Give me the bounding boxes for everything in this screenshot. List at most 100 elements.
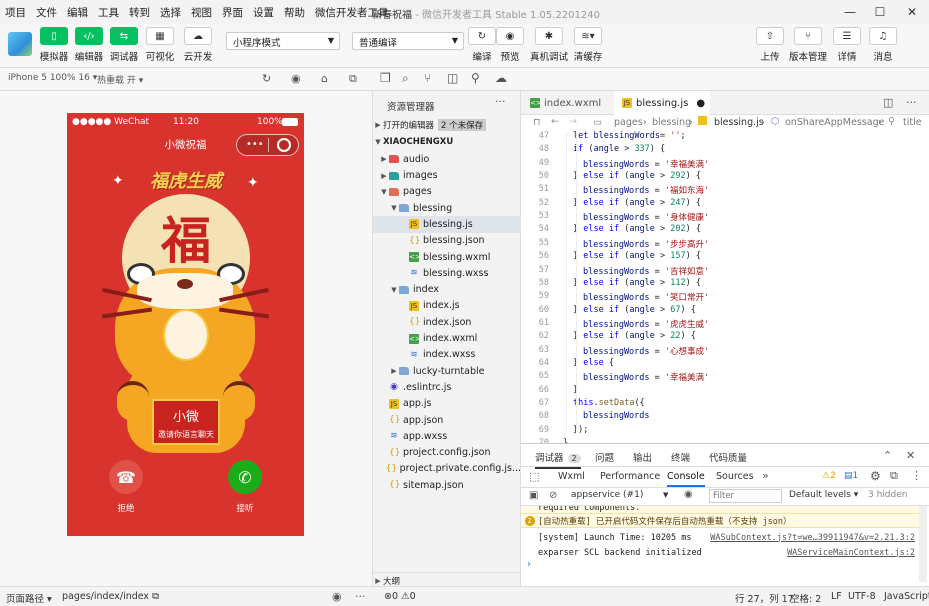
menu-item[interactable]: 选择 <box>155 5 186 20</box>
hotreload-toggle[interactable]: 热重载 开 ▾ <box>97 73 143 86</box>
more-icon[interactable]: ··· <box>495 95 506 108</box>
copy-icon[interactable]: ⧉ <box>152 591 159 602</box>
file-item[interactable]: {} blessing.json <box>373 233 521 250</box>
gear-icon[interactable]: ⚙ <box>870 469 881 483</box>
log-source[interactable]: WAServiceMainContext.js:2 <box>787 548 915 558</box>
sidebar-toggle-icon[interactable]: ▣ <box>529 490 538 501</box>
menu-item[interactable]: 编辑 <box>62 5 93 20</box>
cursor-position[interactable]: 行 27，列 17 <box>735 591 794 605</box>
files-icon[interactable]: ❐ <box>380 72 391 84</box>
menu-item[interactable]: 界面 <box>217 5 248 20</box>
visual-button[interactable]: ▦ 可视化 <box>142 27 178 63</box>
menu-item[interactable]: 项目 <box>0 5 31 20</box>
more-icon[interactable]: ••• <box>246 139 264 150</box>
search-icon[interactable]: ⌕ <box>402 72 409 84</box>
details-button[interactable]: ☰ 详情 <box>829 27 865 63</box>
folder-item[interactable]: ▶ images <box>373 167 521 184</box>
more-tabs-icon[interactable]: » <box>762 469 769 482</box>
file-item[interactable]: {} index.json <box>373 314 521 331</box>
mode-select[interactable]: 小程序模式 ▼ <box>226 32 340 50</box>
page-path-select[interactable]: 页面路径 ▾ <box>6 591 52 605</box>
chevron-up-icon[interactable]: ⌃ <box>883 449 892 462</box>
folder-item[interactable]: ▶ lucky-turntable <box>373 363 521 380</box>
devtools-tab[interactable]: Console <box>667 471 705 487</box>
split-editor-icon[interactable]: ◫ <box>883 96 893 109</box>
upload-button[interactable]: ⇧ 上传 <box>752 27 788 63</box>
decline-button[interactable]: ☎ <box>109 460 143 494</box>
remote-debug-button[interactable]: ✱ 真机调试 <box>530 27 568 63</box>
code-area[interactable]: 47 let blessingWords= ''; 48 if (angle > 33… <box>521 131 929 443</box>
bookmark-icon[interactable]: ⊓ <box>533 117 540 128</box>
eol-setting[interactable]: LF <box>831 591 842 602</box>
file-item[interactable]: ◉ .eslintrc.js <box>373 379 521 396</box>
clear-cache-button[interactable]: ≋▾ 清缓存 <box>570 27 606 63</box>
maximize-button[interactable]: ☐ <box>866 2 894 22</box>
devtools-tab[interactable]: Sources <box>716 471 754 482</box>
encoding-setting[interactable]: UTF-8 <box>848 591 876 602</box>
folder-item[interactable]: ▶ audio <box>373 151 521 168</box>
preview-button[interactable]: ◉ 预览 <box>492 27 528 63</box>
close-window-button[interactable]: ✕ <box>898 2 926 22</box>
breadcrumb-item[interactable]: blessing <box>652 117 691 128</box>
file-item[interactable]: JS blessing.js <box>373 216 521 233</box>
editor-button[interactable]: ‹/› 编辑器 <box>71 27 107 63</box>
file-item[interactable]: {} project.private.config.js... <box>373 461 521 478</box>
menu-item[interactable]: 设置 <box>248 5 279 20</box>
tab-index-wxml[interactable]: <> index.wxml <box>521 91 614 115</box>
project-section[interactable]: ▼ XIAOCHENGXU <box>373 134 521 151</box>
open-editors-section[interactable]: ▶ 打开的编辑器 2 个未保存 <box>373 117 521 134</box>
tab-blessing-js[interactable]: JS blessing.js ● <box>614 91 710 115</box>
menu-item[interactable]: 文件 <box>31 5 62 20</box>
indent-setting[interactable]: 空格: 2 <box>790 591 821 605</box>
context-select[interactable]: appservice (#1) ▼ <box>571 490 671 500</box>
close-mini-icon[interactable] <box>277 138 291 152</box>
more-icon[interactable]: ··· <box>355 590 366 603</box>
file-item[interactable]: JS index.js <box>373 298 521 315</box>
breadcrumb-item[interactable]: pages <box>614 117 643 128</box>
simulator-button[interactable]: ▯ 模拟器 <box>36 27 72 63</box>
language-mode[interactable]: JavaScript <box>884 591 929 602</box>
device-select[interactable]: iPhone 5 100% 16 ▾ <box>8 73 97 83</box>
debugger-tab[interactable]: 终端 <box>671 450 690 464</box>
info-counter[interactable]: ▤1 <box>844 471 858 481</box>
messages-button[interactable]: ♫ 消息 <box>865 27 901 63</box>
file-item[interactable]: JS app.js <box>373 396 521 413</box>
file-item[interactable]: ≋ app.wxss <box>373 428 521 445</box>
unsaved-dot-icon[interactable]: ● <box>696 98 705 109</box>
debugger-tab[interactable]: 代码质量 <box>709 450 747 464</box>
forward-icon[interactable]: → <box>569 116 577 127</box>
record-icon[interactable]: ◉ <box>291 73 301 84</box>
folder-item[interactable]: ▼ blessing <box>373 200 521 217</box>
file-item[interactable]: <> index.wxml <box>373 330 521 347</box>
source-control-icon[interactable]: ⑂ <box>424 72 431 84</box>
folder-item[interactable]: ▼ pages <box>373 184 521 201</box>
cloud-button[interactable]: ☁ 云开发 <box>180 27 216 63</box>
devtools-tab[interactable]: Performance <box>600 471 660 482</box>
debugger-tab[interactable]: 输出 <box>633 450 652 464</box>
menu-item[interactable]: 工具 <box>93 5 124 20</box>
folder-item[interactable]: ▼ index <box>373 281 521 298</box>
version-button[interactable]: ⑂ 版本管理 <box>789 27 827 63</box>
file-item[interactable]: {} app.json <box>373 412 521 429</box>
breadcrumb-item[interactable]: blessing.js <box>714 117 764 128</box>
file-item[interactable]: {} project.config.json <box>373 444 521 461</box>
log-source[interactable]: WASubContext.js?t=we…39911947&v=2.21.3:2 <box>710 533 915 543</box>
prompt-icon[interactable]: › <box>527 559 531 570</box>
filter-input[interactable] <box>709 489 782 503</box>
file-item[interactable]: ≋ blessing.wxss <box>373 265 521 282</box>
inspect-icon[interactable]: ⬚ <box>529 470 539 483</box>
menu-item[interactable]: 视图 <box>186 5 217 20</box>
dock-icon[interactable]: ⧉ <box>890 469 898 483</box>
dock-icon[interactable]: ⧉ <box>349 73 357 84</box>
breadcrumb-item[interactable]: onShareAppMessage <box>785 117 884 128</box>
more-icon[interactable]: ··· <box>906 96 917 109</box>
compile-select[interactable]: 普通编译 ▼ <box>352 32 464 50</box>
extensions-icon[interactable]: ◫ <box>447 72 458 84</box>
eye-icon[interactable]: ◉ <box>684 489 693 500</box>
breadcrumb-item[interactable]: title <box>903 117 922 128</box>
avatar[interactable] <box>8 32 32 56</box>
preview-icon[interactable]: ◉ <box>332 590 342 603</box>
accept-button[interactable]: ✆ <box>228 460 262 494</box>
clear-console-icon[interactable]: ⊘ <box>549 490 557 501</box>
debugger-button[interactable]: ⇆ 调试器 <box>106 27 142 63</box>
